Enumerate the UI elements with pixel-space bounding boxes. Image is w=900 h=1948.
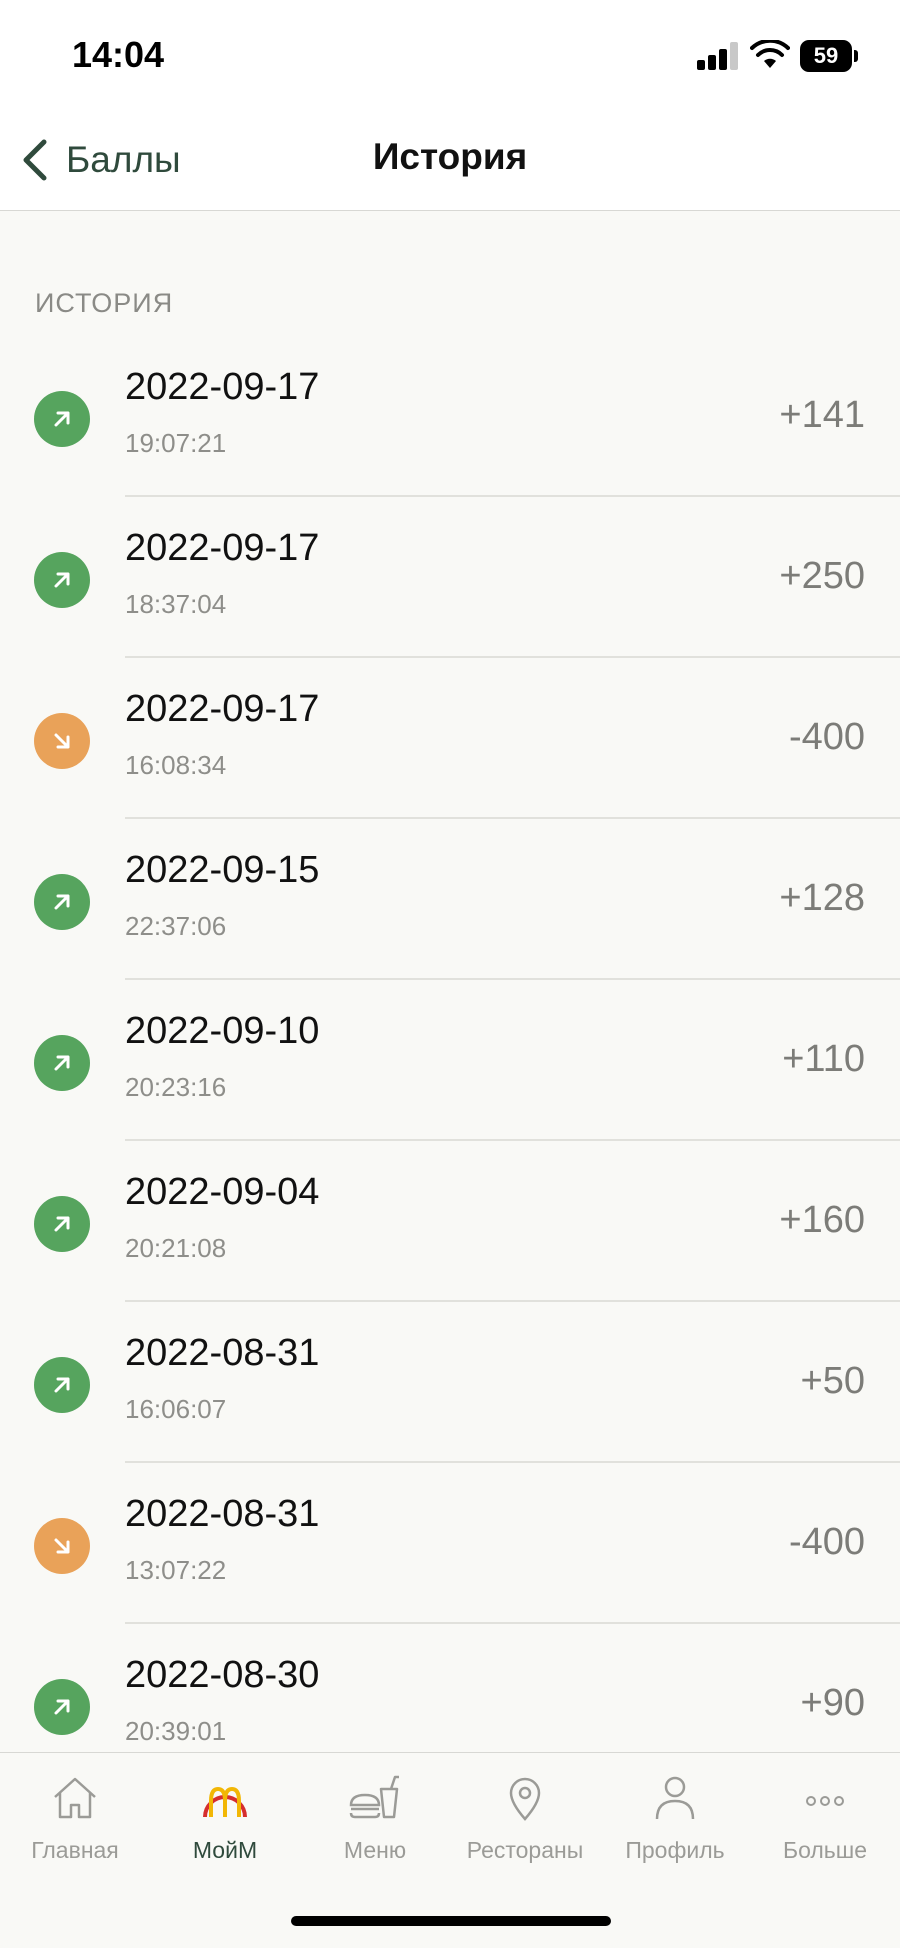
arrow-down-right-icon <box>34 713 90 769</box>
history-points: +128 <box>779 877 865 919</box>
history-points: +160 <box>779 1199 865 1241</box>
history-points: +110 <box>782 1038 865 1080</box>
tab-mym[interactable]: МойМ <box>150 1753 300 1873</box>
battery-level: 59 <box>800 40 852 72</box>
history-time: 20:23:16 <box>125 1072 227 1102</box>
history-date: 2022-09-15 <box>125 849 320 891</box>
history-points: +141 <box>779 394 865 436</box>
tab-menu[interactable]: Меню <box>300 1753 450 1873</box>
arrow-up-right-icon <box>34 391 90 447</box>
history-date: 2022-09-17 <box>125 366 320 408</box>
history-row[interactable]: 2022-09-17 16:08:34 -400 <box>0 658 900 819</box>
tab-label: Меню <box>343 1837 407 1863</box>
history-row[interactable]: 2022-08-31 13:07:22 -400 <box>0 1463 900 1624</box>
history-time: 16:06:07 <box>125 1394 227 1424</box>
history-date: 2022-09-17 <box>125 527 320 569</box>
tab-label: МойМ <box>192 1837 258 1863</box>
tab-label: Главная <box>31 1837 119 1863</box>
nav-header: Баллы История <box>0 110 900 211</box>
history-date: 2022-09-17 <box>125 688 320 730</box>
history-date: 2022-09-04 <box>125 1171 320 1213</box>
history-date: 2022-08-31 <box>125 1493 320 1535</box>
history-time: 20:21:08 <box>125 1233 227 1263</box>
section-title: ИСТОРИЯ <box>35 288 174 318</box>
history-date: 2022-08-30 <box>125 1654 320 1696</box>
person-icon <box>655 1776 695 1820</box>
history-date: 2022-09-10 <box>125 1010 320 1052</box>
history-list: 2022-09-17 19:07:21 +141 2022-09-17 18:3… <box>0 336 900 1785</box>
more-dots-icon <box>806 1796 844 1806</box>
arrow-up-right-icon <box>34 874 90 930</box>
tab-home[interactable]: Главная <box>0 1753 150 1873</box>
history-row[interactable]: 2022-08-31 16:06:07 +50 <box>0 1302 900 1463</box>
arrow-up-right-icon <box>34 1679 90 1735</box>
history-row[interactable]: 2022-09-17 19:07:21 +141 <box>0 336 900 497</box>
arrow-down-right-icon <box>34 1518 90 1574</box>
arrow-up-right-icon <box>34 1357 90 1413</box>
burger-drink-icon <box>349 1775 399 1819</box>
location-pin-icon <box>509 1777 541 1821</box>
page-title: История <box>372 136 528 177</box>
history-time: 13:07:22 <box>125 1555 227 1585</box>
history-points: -400 <box>788 716 865 758</box>
history-points: -400 <box>788 1521 865 1563</box>
tab-profile[interactable]: Профиль <box>600 1753 750 1873</box>
history-points: +90 <box>800 1682 865 1724</box>
tab-label: Рестораны <box>466 1837 584 1863</box>
status-time: 14:04 <box>72 34 165 75</box>
tab-more[interactable]: Больше <box>750 1753 900 1873</box>
wifi-icon <box>750 40 790 68</box>
history-row[interactable]: 2022-09-15 22:37:06 +128 <box>0 819 900 980</box>
history-time: 19:07:21 <box>125 428 227 458</box>
cellular-signal-icon <box>697 42 741 70</box>
history-row[interactable]: 2022-09-17 18:37:04 +250 <box>0 497 900 658</box>
tab-restaurants[interactable]: Рестораны <box>450 1753 600 1873</box>
arrow-up-right-icon <box>34 1196 90 1252</box>
battery-icon: 59 <box>800 40 858 72</box>
history-row[interactable]: 2022-09-04 20:21:08 +160 <box>0 1141 900 1302</box>
history-time: 16:08:34 <box>125 750 227 780</box>
history-points: +250 <box>779 555 865 597</box>
arrow-up-right-icon <box>34 1035 90 1091</box>
tab-label: Профиль <box>625 1837 725 1863</box>
status-bar: 14:04 59 <box>0 0 900 110</box>
home-indicator[interactable] <box>291 1916 611 1926</box>
tab-label: Больше <box>782 1837 868 1863</box>
history-time: 22:37:06 <box>125 911 227 941</box>
history-time: 20:39:01 <box>125 1716 227 1746</box>
history-time: 18:37:04 <box>125 589 227 619</box>
history-points: +50 <box>800 1360 865 1402</box>
history-row[interactable]: 2022-09-10 20:23:16 +110 <box>0 980 900 1141</box>
mcdonalds-arches-icon <box>203 1786 247 1818</box>
history-date: 2022-08-31 <box>125 1332 320 1374</box>
home-icon <box>54 1777 96 1819</box>
arrow-up-right-icon <box>34 552 90 608</box>
